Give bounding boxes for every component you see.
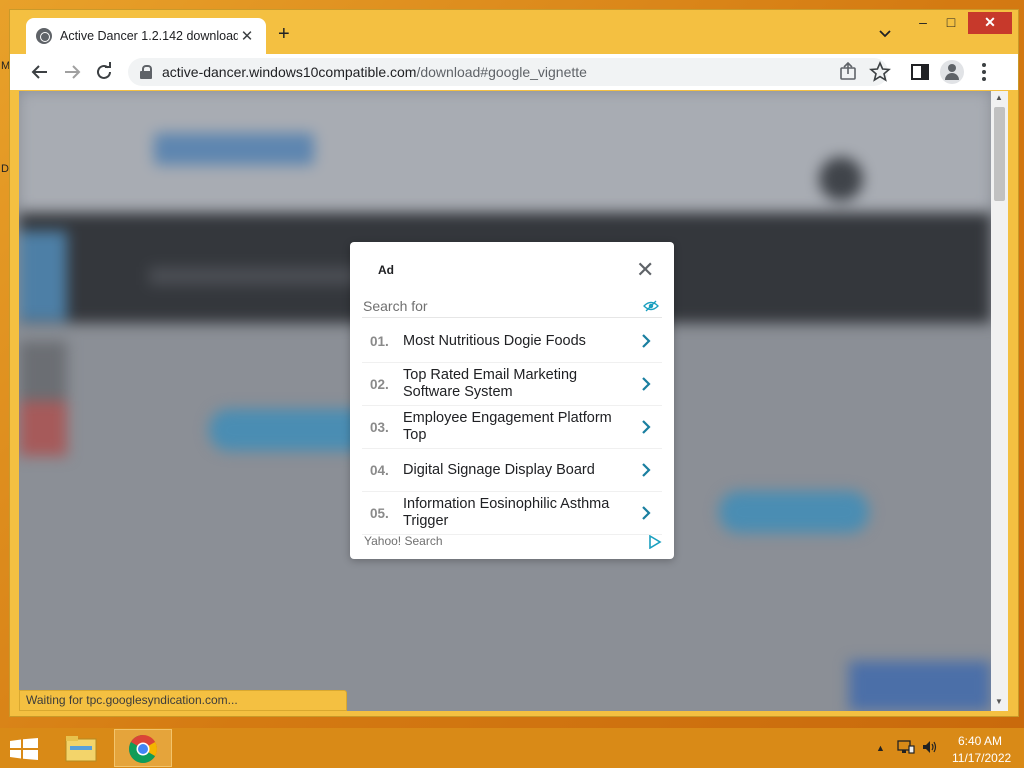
forward-arrow-icon[interactable] xyxy=(60,60,84,84)
result-number: 04. xyxy=(370,462,389,478)
close-window-button[interactable]: ✕ xyxy=(968,12,1012,34)
show-hidden-icons-icon[interactable]: ▲ xyxy=(876,743,885,753)
ad-result-item[interactable]: 04. Digital Signage Display Board xyxy=(362,449,662,492)
status-bar: Waiting for tpc.googlesyndication.com... xyxy=(19,690,347,711)
file-explorer-icon[interactable] xyxy=(60,729,102,767)
desktop-icon-label: D xyxy=(1,163,9,175)
share-sidebar-block xyxy=(19,401,67,456)
site-logo xyxy=(154,133,314,165)
chrome-icon xyxy=(129,735,157,763)
taskbar: ▲ 6:40 AM 11/17/2022 xyxy=(0,728,1024,768)
ad-result-item[interactable]: 02. Top Rated Email Marketing Software S… xyxy=(362,363,662,406)
ad-search-bar[interactable]: Search for xyxy=(362,294,662,318)
search-for-label: Search for xyxy=(363,298,428,314)
maximize-button[interactable]: □ xyxy=(938,12,964,34)
scroll-down-icon[interactable]: ▼ xyxy=(995,697,1003,706)
lock-icon[interactable] xyxy=(140,65,152,79)
chevron-right-icon xyxy=(642,463,651,477)
profile-avatar-icon[interactable] xyxy=(940,60,964,84)
new-tab-button[interactable]: + xyxy=(278,24,290,44)
chevron-right-icon xyxy=(642,377,651,391)
blurred-button xyxy=(719,491,869,533)
ad-close-button[interactable]: ✕ xyxy=(636,259,654,281)
bookmark-star-icon[interactable] xyxy=(868,60,892,84)
result-text: Information Eosinophilic Asthma Trigger xyxy=(403,496,610,529)
address-bar[interactable]: active-dancer.windows10compatible.com/do… xyxy=(128,58,888,86)
eye-icon[interactable] xyxy=(643,299,659,313)
blurred-corner-block xyxy=(849,661,991,711)
ad-label: Ad xyxy=(378,263,394,277)
result-text: Top Rated Email Marketing Software Syste… xyxy=(403,367,578,400)
tab-title: Active Dancer 1.2.142 download xyxy=(60,29,238,43)
chrome-taskbar-button[interactable] xyxy=(114,729,172,767)
result-text: Digital Signage Display Board xyxy=(403,461,595,478)
url-path: /download#google_vignette xyxy=(416,64,587,80)
globe-icon xyxy=(36,28,52,44)
ad-results-list: 01. Most Nutritious Dogie Foods 02. Top … xyxy=(362,320,662,535)
title-bar: Active Dancer 1.2.142 download ✕ + – □ ✕ xyxy=(10,10,1018,54)
chevron-right-icon xyxy=(642,506,651,520)
result-number: 02. xyxy=(370,376,389,392)
network-icon[interactable] xyxy=(897,739,915,755)
chevron-down-icon[interactable] xyxy=(878,26,892,40)
reload-icon[interactable] xyxy=(92,60,116,84)
side-panel-icon[interactable] xyxy=(908,60,932,84)
ad-footer-yahoo-search: Yahoo! Search xyxy=(364,534,443,548)
ad-result-item[interactable]: 03. Employee Engagement Platform Top xyxy=(362,406,662,449)
page-scrollbar[interactable]: ▲ ▼ xyxy=(991,91,1008,711)
share-icon[interactable] xyxy=(836,60,860,84)
scroll-up-icon[interactable]: ▲ xyxy=(995,93,1003,102)
volume-icon[interactable] xyxy=(921,739,939,755)
ad-result-item[interactable]: 01. Most Nutritious Dogie Foods xyxy=(362,320,662,363)
scroll-thumb[interactable] xyxy=(994,107,1005,201)
result-number: 05. xyxy=(370,505,389,521)
windows-start-icon[interactable] xyxy=(10,738,38,760)
ad-result-item[interactable]: 05. Information Eosinophilic Asthma Trig… xyxy=(362,492,662,535)
site-avatar xyxy=(819,157,863,201)
share-sidebar-block xyxy=(19,231,67,321)
clock-date[interactable]: 11/17/2022 xyxy=(952,751,1011,765)
result-text: Most Nutritious Dogie Foods xyxy=(403,332,586,349)
result-text: Employee Engagement Platform Top xyxy=(403,410,612,443)
minimize-button[interactable]: – xyxy=(910,12,936,34)
result-number: 03. xyxy=(370,419,389,435)
chevron-right-icon xyxy=(642,420,651,434)
adchoices-icon[interactable] xyxy=(648,535,662,549)
share-sidebar-block xyxy=(19,341,67,401)
tab-close-button[interactable]: ✕ xyxy=(238,27,256,45)
url-host: active-dancer.windows10compatible.com xyxy=(162,64,417,80)
clock-time[interactable]: 6:40 AM xyxy=(958,734,1002,748)
more-menu-icon[interactable] xyxy=(972,60,996,84)
browser-tab[interactable]: Active Dancer 1.2.142 download ✕ xyxy=(26,18,266,54)
ad-dialog: Ad ✕ Search for 01. Most Nutritious Dogi… xyxy=(350,242,674,559)
back-arrow-icon[interactable] xyxy=(28,60,52,84)
result-number: 01. xyxy=(370,333,389,349)
browser-toolbar: active-dancer.windows10compatible.com/do… xyxy=(10,54,1018,90)
chevron-right-icon xyxy=(642,334,651,348)
